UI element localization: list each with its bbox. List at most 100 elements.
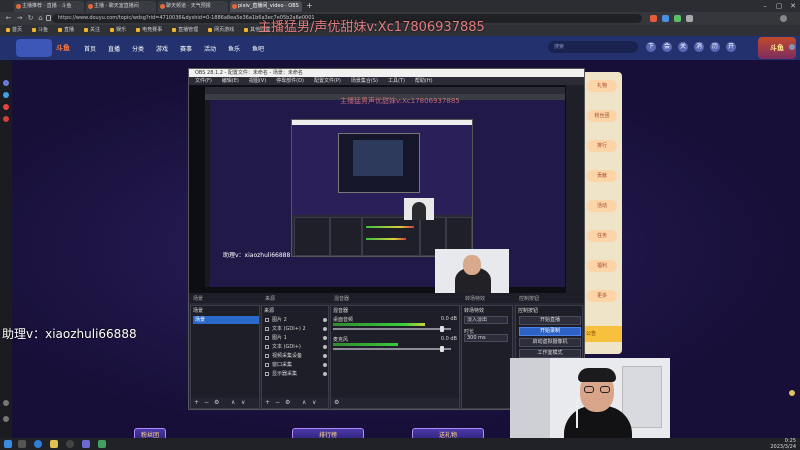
source-row[interactable]: 文本 (GDI+) 2	[264, 325, 328, 333]
sidebar-icon[interactable]	[3, 400, 9, 406]
site-nav-item[interactable]: 游戏	[156, 44, 168, 53]
scene-item[interactable]: 场景	[193, 316, 259, 324]
close-icon[interactable]: ✕	[786, 0, 800, 12]
right-panel-item[interactable]: 礼物	[587, 80, 617, 92]
transition-type-select[interactable]: 淡入淡出	[464, 316, 508, 324]
visibility-eye-icon[interactable]	[323, 318, 327, 322]
right-panel-item[interactable]: 福利	[587, 260, 617, 272]
header-action-icon[interactable]: 会	[662, 42, 672, 52]
control-button[interactable]: 开始录制	[519, 327, 581, 336]
remove-source-icon[interactable]: −	[275, 399, 280, 406]
source-row[interactable]: 显示器采集	[264, 370, 328, 378]
bookmark-item[interactable]: 关注	[84, 25, 100, 36]
header-action-icon[interactable]: 消	[694, 42, 704, 52]
transition-duration-input[interactable]: 300 ms	[464, 334, 508, 342]
obs-menu-item[interactable]: 配置文件(P)	[314, 78, 341, 84]
site-nav-item[interactable]: 直播	[108, 44, 120, 53]
bookmark-item[interactable]: 娱乐	[110, 25, 126, 36]
forward-icon[interactable]: →	[15, 14, 24, 23]
sidebar-icon[interactable]	[3, 80, 9, 86]
visibility-eye-icon[interactable]	[323, 336, 327, 340]
obs-menu-item[interactable]: 编辑(E)	[222, 78, 239, 84]
extension-icon[interactable]	[674, 15, 681, 22]
obs-menu-item[interactable]: 视图(V)	[249, 78, 266, 84]
site-nav-item[interactable]: 首页	[84, 44, 96, 53]
right-notice[interactable]: 公告	[582, 326, 622, 342]
home-icon[interactable]: ⌂	[36, 14, 45, 23]
site-search-input[interactable]: 搜索	[548, 41, 638, 53]
move-up-icon[interactable]: ∧	[231, 399, 235, 406]
obs-menu-item[interactable]: 帮助(H)	[415, 78, 433, 84]
start-icon[interactable]	[4, 440, 12, 448]
dock-header-sources[interactable]: 来源	[265, 295, 275, 302]
site-logo-icon[interactable]	[16, 39, 52, 57]
add-scene-icon[interactable]: +	[194, 399, 199, 406]
extension-icon[interactable]	[662, 15, 669, 22]
site-nav-item[interactable]: 赛事	[180, 44, 192, 53]
browser-tab-3[interactable]: 聊天频道 · 天气预报	[158, 1, 228, 12]
sidebar-icon[interactable]	[3, 416, 9, 422]
new-tab-icon[interactable]: +	[306, 1, 313, 11]
right-panel-item[interactable]: 更多	[587, 290, 617, 302]
obs-menu-item[interactable]: 场景集合(S)	[351, 78, 378, 84]
control-button[interactable]: 启动虚拟摄像机	[519, 338, 581, 347]
remove-scene-icon[interactable]: −	[204, 399, 209, 406]
obs-menu-item[interactable]: 工具(T)	[388, 78, 405, 84]
app-icon[interactable]	[98, 440, 106, 448]
source-row[interactable]: 窗口采集	[264, 361, 328, 369]
bookmark-item[interactable]: 直播管理	[172, 25, 198, 36]
move-down-icon[interactable]: ∨	[312, 399, 316, 406]
right-panel-item[interactable]: 贡献	[587, 170, 617, 182]
right-panel-item[interactable]: 任务	[587, 230, 617, 242]
site-nav-item[interactable]: 鱼乐	[228, 44, 240, 53]
system-tray[interactable]: 0:25 2023/3/24	[770, 438, 796, 450]
browser-tab-1[interactable]: 主播推荐 · 直播 · 斗鱼	[14, 1, 84, 12]
bookmark-item[interactable]: 直播	[58, 25, 74, 36]
browser-tab-4[interactable]: pixiv_直播间_video · OBS	[230, 1, 302, 12]
back-icon[interactable]: ←	[4, 14, 13, 23]
visibility-eye-icon[interactable]	[323, 327, 327, 331]
move-down-icon[interactable]: ∨	[241, 399, 245, 406]
scene-filters-icon[interactable]: ⚙	[214, 399, 219, 406]
dock-header-mixer[interactable]: 混音器	[334, 295, 349, 302]
right-panel-item[interactable]: 粉丝团	[587, 110, 617, 122]
minimize-icon[interactable]: –	[758, 0, 772, 12]
obs-menu-item[interactable]: 停靠部件(D)	[276, 78, 304, 84]
obs-menu-item[interactable]: 文件(F)	[195, 78, 212, 84]
bookmark-item[interactable]: 斗鱼	[32, 25, 48, 36]
header-action-icon[interactable]: 历	[710, 42, 720, 52]
add-source-icon[interactable]: +	[265, 399, 270, 406]
volume-slider-handle[interactable]	[439, 346, 444, 352]
bookmark-item[interactable]: 网页游戏	[208, 25, 234, 36]
volume-slider-track[interactable]	[333, 328, 451, 330]
bookmark-item[interactable]: 电竞赛事	[136, 25, 162, 36]
visibility-eye-icon[interactable]	[323, 354, 327, 358]
visibility-eye-icon[interactable]	[323, 345, 327, 349]
header-action-icon[interactable]: 下	[646, 42, 656, 52]
app-icon[interactable]	[82, 440, 90, 448]
dock-header-transitions[interactable]: 转场特效	[465, 295, 485, 302]
source-properties-icon[interactable]: ⚙	[285, 399, 290, 406]
move-up-icon[interactable]: ∧	[302, 399, 306, 406]
profile-icon[interactable]	[780, 15, 787, 22]
visibility-eye-icon[interactable]	[323, 372, 327, 376]
dock-header-scenes[interactable]: 场景	[193, 295, 203, 302]
rail-icon[interactable]	[789, 390, 795, 396]
browser-tab-2[interactable]: 主播 · 聊天室直播间	[86, 1, 156, 12]
source-row[interactable]: 图片 2	[264, 316, 328, 324]
header-action-icon[interactable]: 关	[678, 42, 688, 52]
reload-icon[interactable]: ↻	[26, 14, 35, 23]
sidebar-icon[interactable]	[3, 104, 9, 110]
extension-icon[interactable]	[650, 15, 657, 22]
control-button[interactable]: 开始直播	[519, 316, 581, 325]
maximize-icon[interactable]: ▢	[772, 0, 786, 12]
volume-slider-handle[interactable]	[439, 326, 444, 332]
source-row[interactable]: 文本 (GDI+)	[264, 343, 328, 351]
source-row[interactable]: 视频采集设备	[264, 352, 328, 360]
volume-slider-track[interactable]	[333, 348, 451, 350]
visibility-eye-icon[interactable]	[323, 363, 327, 367]
sidebar-icon[interactable]	[3, 116, 9, 122]
obs-app-icon[interactable]	[66, 440, 74, 448]
source-row[interactable]: 图片 1	[264, 334, 328, 342]
site-nav-item[interactable]: 分类	[132, 44, 144, 53]
